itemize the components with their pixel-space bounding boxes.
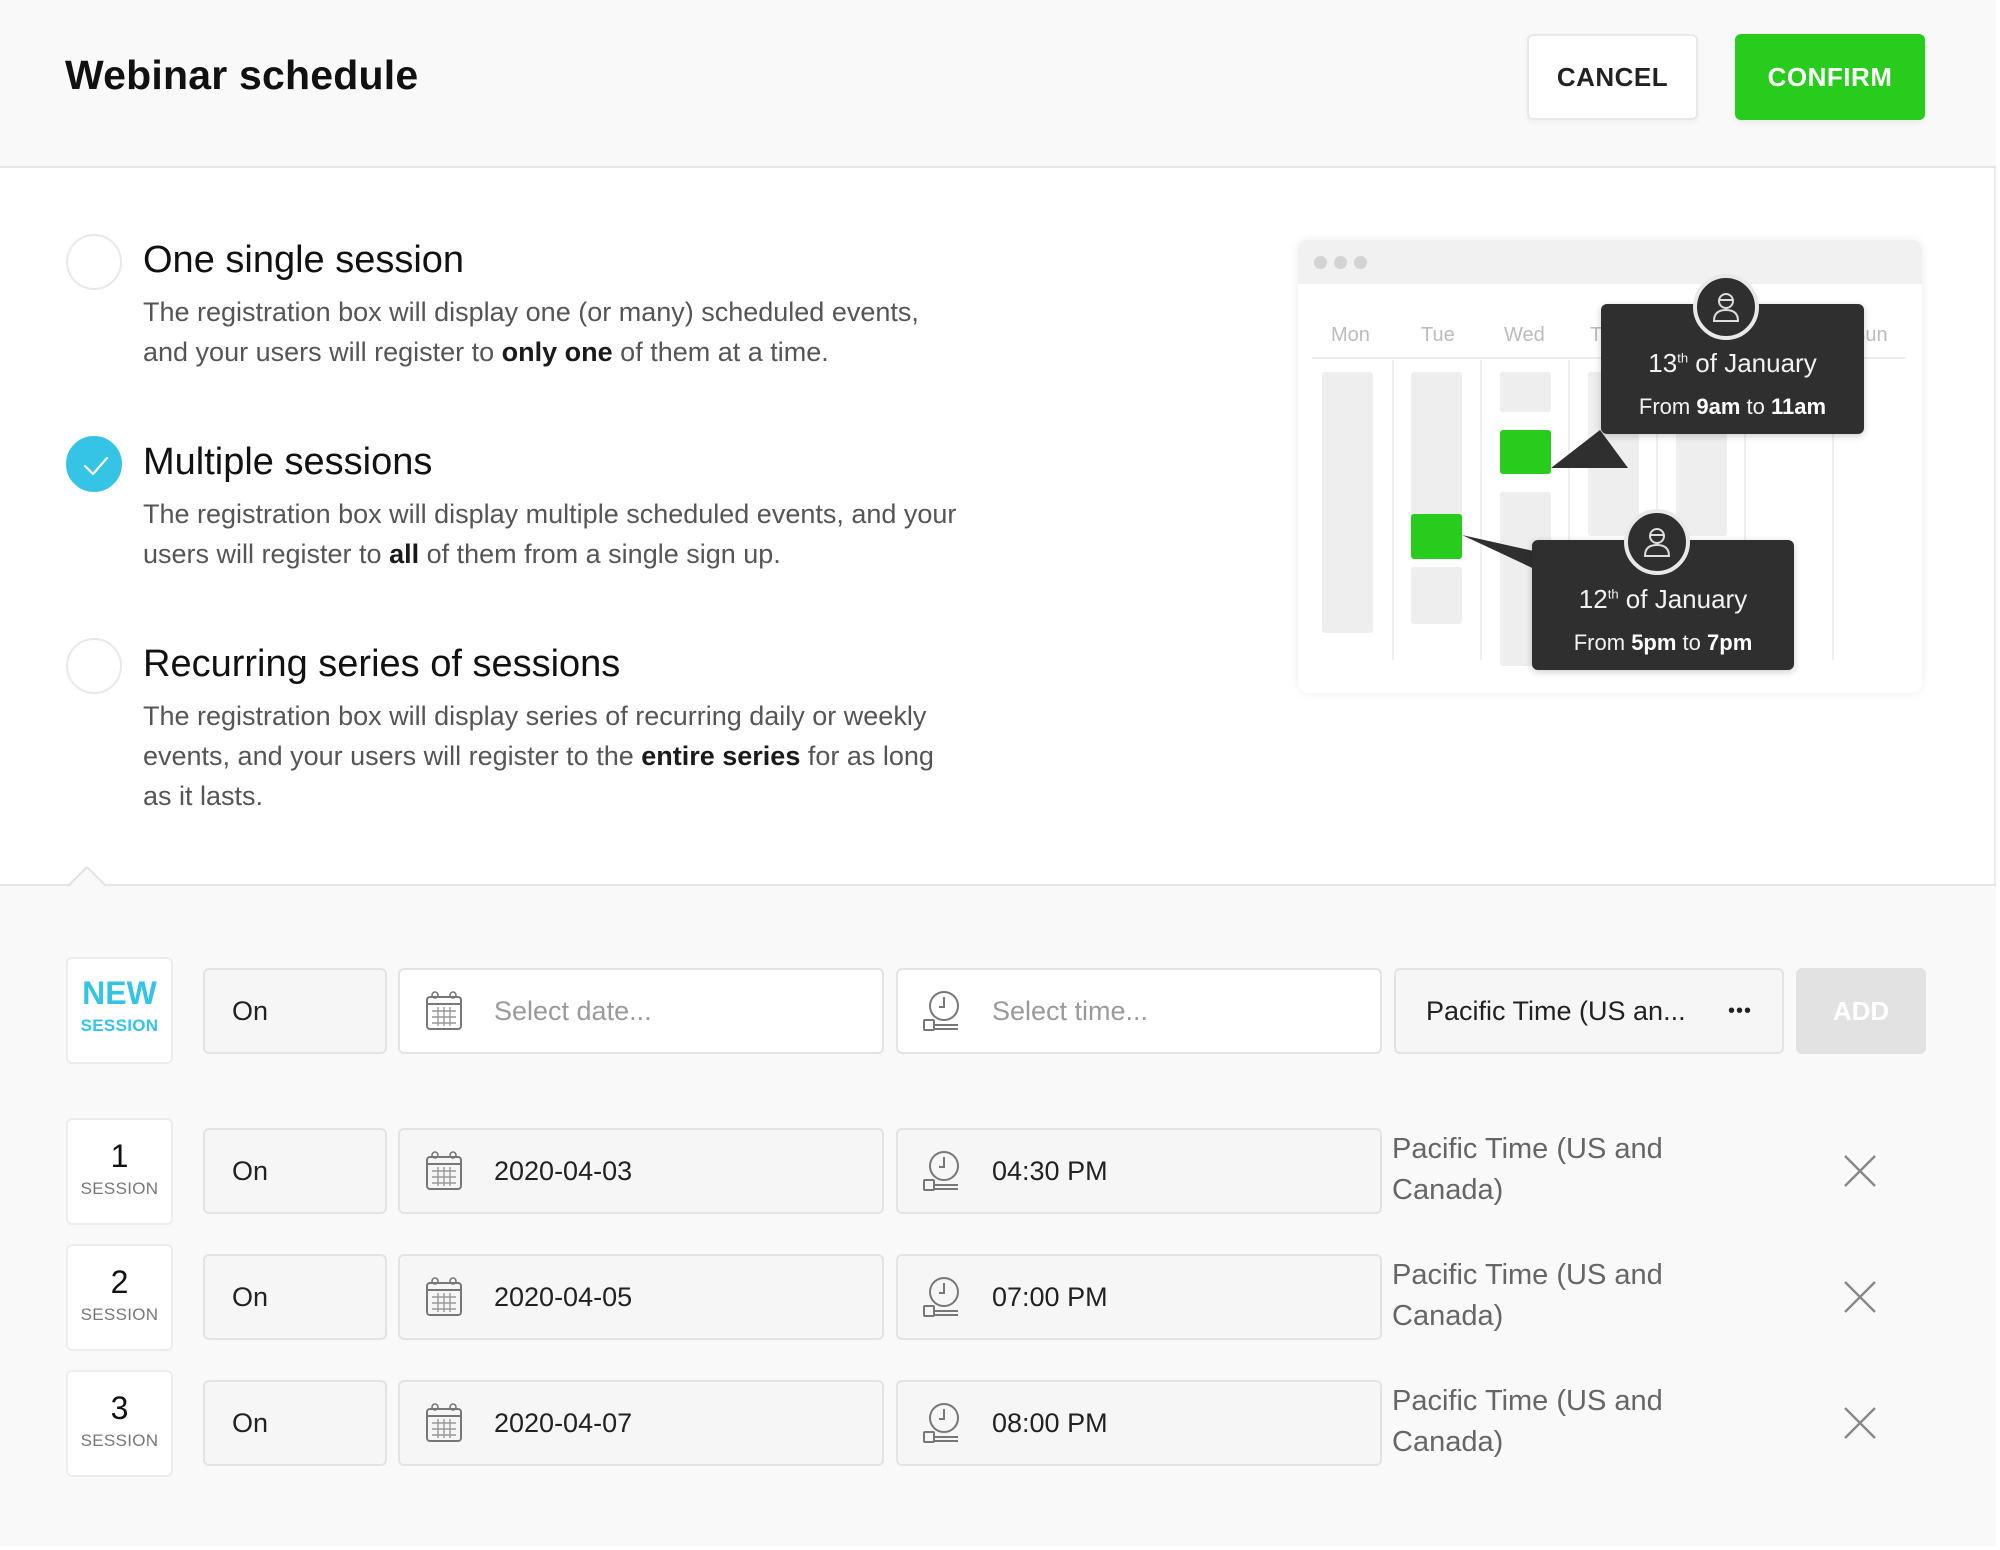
more-options-icon[interactable]: ••• [1728, 1000, 1752, 1023]
clock-icon [923, 1403, 959, 1443]
date-value: 2020-04-03 [494, 1155, 633, 1186]
session-number: 2 [110, 1264, 129, 1300]
new-session-date-input[interactable]: Select date... [398, 968, 884, 1054]
clock-icon [923, 991, 959, 1031]
add-session-button[interactable]: ADD [1796, 968, 1926, 1054]
radio-recurring-series[interactable] [66, 638, 122, 694]
page-title: Webinar schedule [65, 52, 419, 98]
new-session-time-input[interactable]: Select time... [896, 968, 1382, 1054]
user-avatar-icon [1624, 509, 1690, 575]
option-description: The registration box will display series… [143, 701, 934, 811]
remove-session-icon[interactable] [1842, 1279, 1878, 1315]
session-badge: 1 SESSION [66, 1118, 173, 1225]
session-timezone: Pacific Time (US and Canada) [1392, 1385, 1663, 1458]
session-label: SESSION [80, 1431, 159, 1450]
option-description: The registration box will display one (o… [143, 297, 919, 367]
time-value: 07:00 PM [992, 1281, 1108, 1312]
on-value: On [232, 1155, 269, 1186]
on-value: On [232, 995, 269, 1026]
session-on-select[interactable]: On [203, 1128, 387, 1214]
tooltip-date: 12th of January [1578, 584, 1748, 614]
time-value: 04:30 PM [992, 1155, 1108, 1186]
on-value: On [232, 1281, 269, 1312]
session-timezone: Pacific Time (US and Canada) [1392, 1133, 1663, 1206]
new-session-timezone-select[interactable]: Pacific Time (US an... ••• [1394, 968, 1784, 1054]
date-value: 2020-04-05 [494, 1281, 633, 1312]
session-badge: 3 SESSION [66, 1370, 173, 1477]
session-date-input[interactable]: 2020-04-05 [398, 1254, 884, 1340]
option-description: The registration box will display multip… [143, 499, 957, 569]
header: Webinar schedule CANCEL CONFIRM [0, 0, 1996, 168]
session-time-input[interactable]: 08:00 PM [896, 1380, 1382, 1466]
timezone-value: Pacific Time (US an... [1426, 995, 1686, 1026]
session-label: SESSION [80, 1179, 159, 1198]
remove-session-icon[interactable] [1842, 1405, 1878, 1441]
tooltip-time: From 5pm to 7pm [1573, 630, 1753, 655]
tooltip-date: 13th of January [1648, 348, 1817, 378]
section-caret [68, 867, 106, 887]
clock-icon [923, 1277, 959, 1317]
calendar-icon [426, 991, 462, 1030]
confirm-button[interactable]: CONFIRM [1735, 34, 1925, 120]
calendar-icon [426, 1151, 462, 1190]
radio-single-session[interactable] [66, 234, 122, 290]
session-on-select[interactable]: On [203, 1380, 387, 1466]
session-on-select[interactable]: On [203, 1254, 387, 1340]
session-badge: 2 SESSION [66, 1244, 173, 1351]
badge-title: NEW [82, 975, 157, 1011]
badge-subtitle: SESSION [80, 1016, 159, 1035]
user-avatar-icon [1693, 274, 1759, 340]
session-date-input[interactable]: 2020-04-03 [398, 1128, 884, 1214]
session-number: 3 [110, 1390, 129, 1426]
date-placeholder: Select date... [494, 995, 652, 1026]
calendar-icon [426, 1403, 462, 1442]
section-divider [0, 884, 1996, 886]
on-value: On [232, 1407, 269, 1438]
clock-icon [923, 1151, 959, 1191]
remove-session-icon[interactable] [1842, 1153, 1878, 1189]
new-session-on-select[interactable]: On [203, 968, 387, 1054]
time-placeholder: Select time... [992, 995, 1149, 1026]
tooltip-time: From 9am to 11am [1638, 394, 1827, 419]
option-title: Multiple sessions [143, 441, 433, 483]
session-label: SESSION [80, 1305, 159, 1324]
option-title: One single session [143, 239, 465, 281]
calendar-illustration: Mon Tue Wed Thu Fri Sat Sun 13th of Janu… [1298, 240, 1922, 693]
cancel-button[interactable]: CANCEL [1527, 34, 1698, 120]
calendar-icon [426, 1277, 462, 1316]
checkmark-icon [83, 456, 109, 476]
session-number: 1 [110, 1138, 129, 1174]
new-session-badge: NEW SESSION [66, 957, 173, 1064]
session-date-input[interactable]: 2020-04-07 [398, 1380, 884, 1466]
date-value: 2020-04-07 [494, 1407, 633, 1438]
session-time-input[interactable]: 04:30 PM [896, 1128, 1382, 1214]
session-time-input[interactable]: 07:00 PM [896, 1254, 1382, 1340]
time-value: 08:00 PM [992, 1407, 1108, 1438]
option-title: Recurring series of sessions [143, 643, 621, 685]
radio-multiple-sessions[interactable] [66, 436, 122, 492]
session-timezone: Pacific Time (US and Canada) [1392, 1259, 1663, 1332]
